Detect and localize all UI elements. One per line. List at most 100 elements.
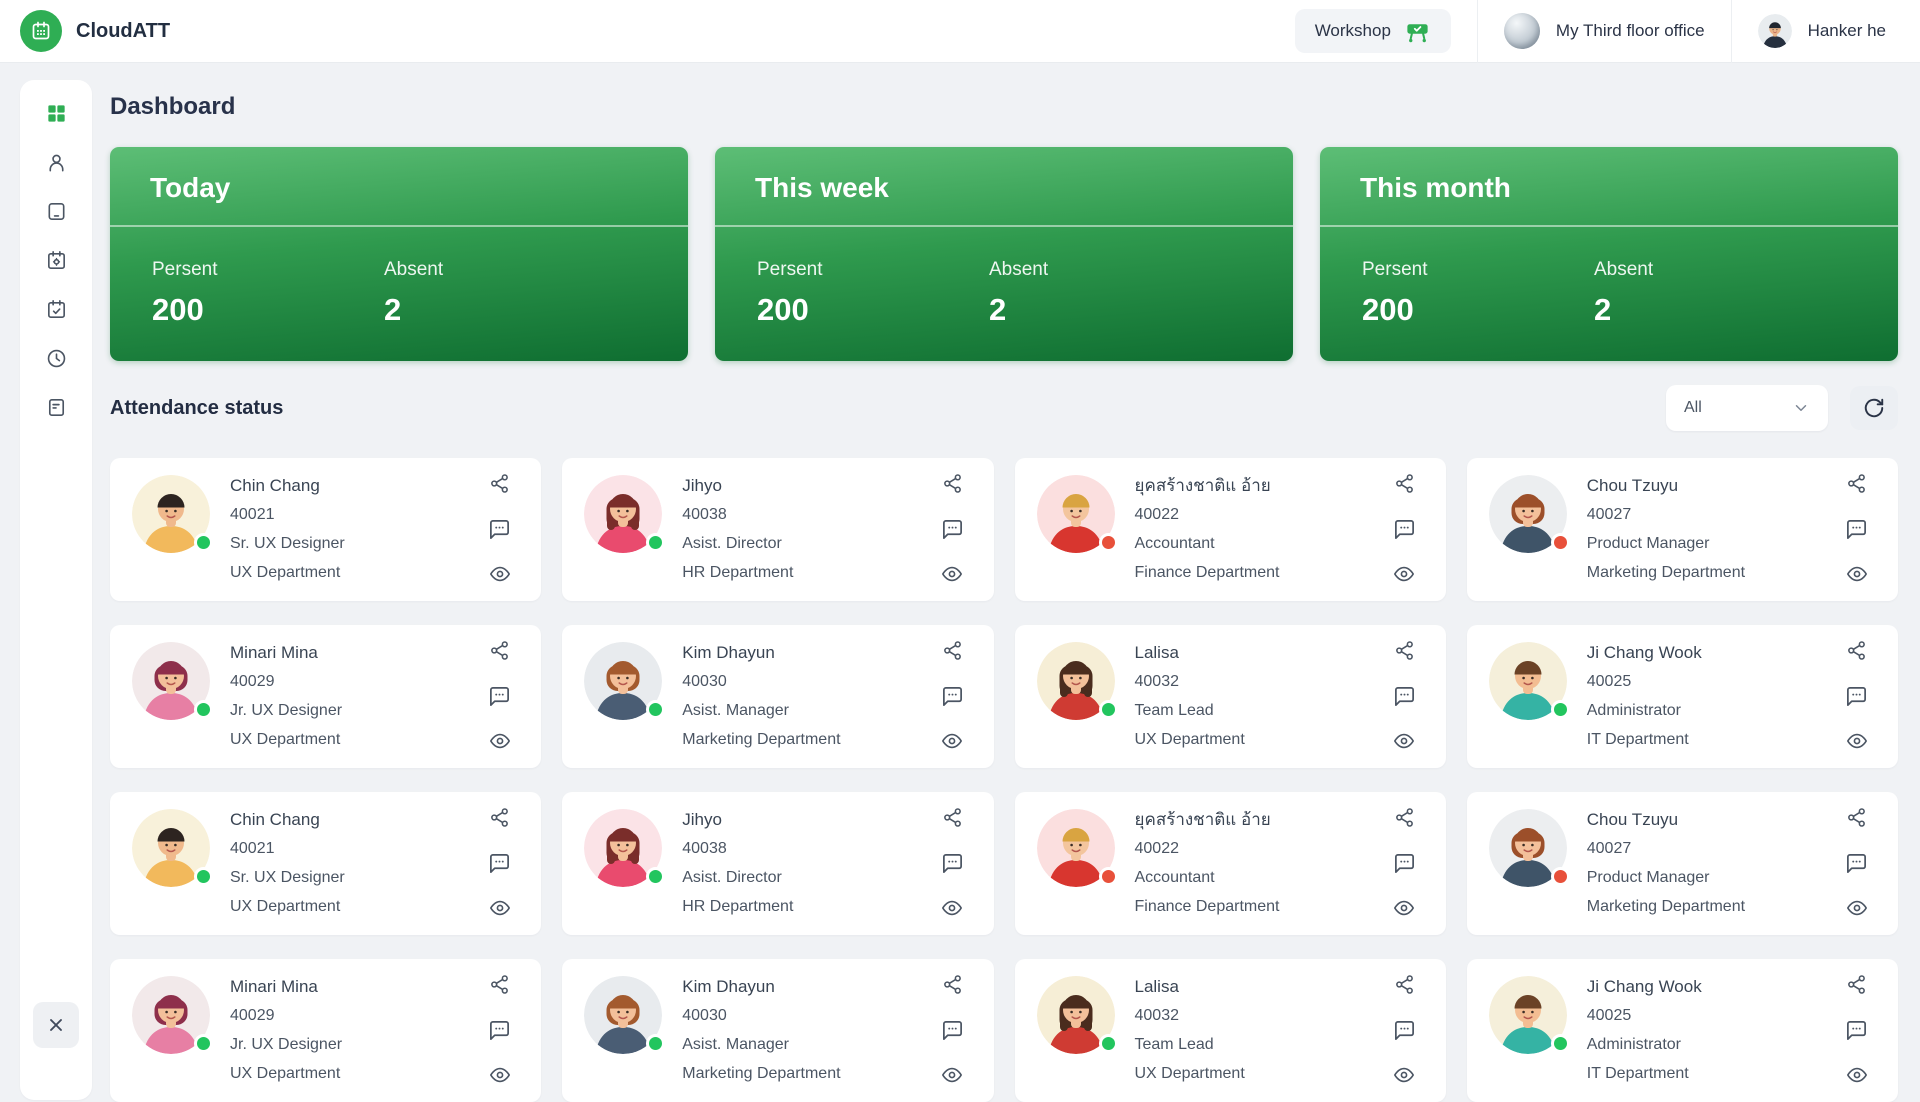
sidebar-item-dashboard[interactable] [36,93,76,133]
message-icon [490,687,510,706]
view-button[interactable] [489,1064,511,1086]
app-logo [20,10,62,52]
share-icon [491,641,509,660]
message-button[interactable] [941,685,964,707]
employee-role: Product Manager [1586,869,1710,886]
office-label: My Third floor office [1555,21,1705,40]
status-dot [646,867,666,886]
user-menu[interactable]: Hanker he [1732,0,1920,62]
employee-id: 40022 [1134,506,1180,523]
status-dot [1098,867,1118,886]
view-button[interactable] [1846,563,1868,585]
calendar-logo-icon [32,21,50,40]
view-button[interactable] [1393,563,1415,585]
view-button[interactable] [489,563,511,585]
message-button[interactable] [1393,685,1416,707]
status-dot [1098,700,1118,719]
absent-label: Absent [384,259,444,280]
message-button[interactable] [1393,518,1416,540]
message-button[interactable] [488,685,511,707]
message-button[interactable] [488,518,511,540]
share-button[interactable] [1394,473,1415,495]
sidebar-collapse-button[interactable] [33,1002,79,1048]
employee-name: Lalisa [1134,977,1179,996]
message-button[interactable] [488,852,511,874]
tablet-icon [47,202,65,220]
sidebar-item-devices[interactable] [36,191,76,231]
refresh-button[interactable] [1850,386,1898,430]
sidebar-item-attendance-calendar[interactable] [36,289,76,329]
share-button[interactable] [1394,640,1415,662]
workshop-button[interactable]: Workshop [1294,9,1451,53]
view-button[interactable] [941,563,963,585]
view-button[interactable] [1393,730,1415,752]
message-button[interactable] [1845,1019,1868,1041]
view-button[interactable] [1846,730,1868,752]
share-icon [491,474,509,493]
share-button[interactable] [1846,807,1867,829]
message-button[interactable] [1393,1019,1416,1041]
share-button[interactable] [942,974,963,996]
employee-card: ยุคสร้างชาติแ อ้าย 40022 Accountant Fina… [1014,792,1446,935]
share-icon [491,808,509,827]
message-icon [942,1021,962,1040]
absent-value: 2 [384,292,402,327]
view-button[interactable] [941,897,963,919]
sidebar-item-employees[interactable] [36,142,76,182]
view-button[interactable] [1846,1064,1868,1086]
share-button[interactable] [489,974,510,996]
message-button[interactable] [1393,852,1416,874]
share-button[interactable] [1394,974,1415,996]
message-icon [490,520,510,539]
share-button[interactable] [489,473,510,495]
sidebar-item-time-log[interactable] [36,338,76,378]
share-button[interactable] [489,640,510,662]
grid-icon [47,104,65,122]
message-button[interactable] [941,852,964,874]
share-button[interactable] [489,807,510,829]
sidebar-item-reports[interactable] [36,387,76,427]
eye-icon [1394,1067,1415,1083]
view-button[interactable] [941,730,963,752]
view-button[interactable] [489,897,511,919]
share-button[interactable] [942,807,963,829]
office-selector[interactable]: My Third floor office [1478,0,1731,62]
employee-id: 40038 [682,506,727,523]
workshop-label: Workshop [1314,21,1391,40]
message-button[interactable] [941,1019,964,1041]
employee-role: Asist. Director [682,535,782,552]
view-button[interactable] [489,730,511,752]
employee-name: Chin Chang [230,810,320,829]
status-dot [194,1034,213,1053]
message-icon [1394,1021,1414,1040]
department-filter-select[interactable]: All [1666,385,1828,431]
employee-card: Minari Mina 40029 Jr. UX Designer UX Dep… [110,959,542,1102]
user-icon [48,154,64,171]
refresh-icon [1864,398,1884,418]
share-button[interactable] [1394,807,1415,829]
employee-avatar [132,809,213,887]
sidebar-item-schedule-settings[interactable] [36,240,76,280]
absent-label: Absent [989,259,1049,280]
share-button[interactable] [1846,974,1867,996]
eye-icon [489,733,510,749]
message-button[interactable] [941,518,964,540]
brand[interactable]: CloudATT [20,10,170,52]
status-dot [1098,1034,1118,1053]
share-button[interactable] [1846,473,1867,495]
share-button[interactable] [942,473,963,495]
message-button[interactable] [488,1019,511,1041]
share-button[interactable] [1846,640,1867,662]
employee-avatar [584,642,666,720]
message-button[interactable] [1845,685,1868,707]
message-button[interactable] [1845,852,1868,874]
view-button[interactable] [1393,1064,1415,1086]
employee-avatar [1488,642,1570,720]
view-button[interactable] [1393,897,1415,919]
view-button[interactable] [941,1064,963,1086]
message-button[interactable] [1845,518,1868,540]
employee-card: Kim Dhayun 40030 Asist. Manager Marketin… [562,959,994,1102]
share-button[interactable] [942,640,963,662]
view-button[interactable] [1846,897,1868,919]
employee-department: UX Department [230,1065,341,1082]
